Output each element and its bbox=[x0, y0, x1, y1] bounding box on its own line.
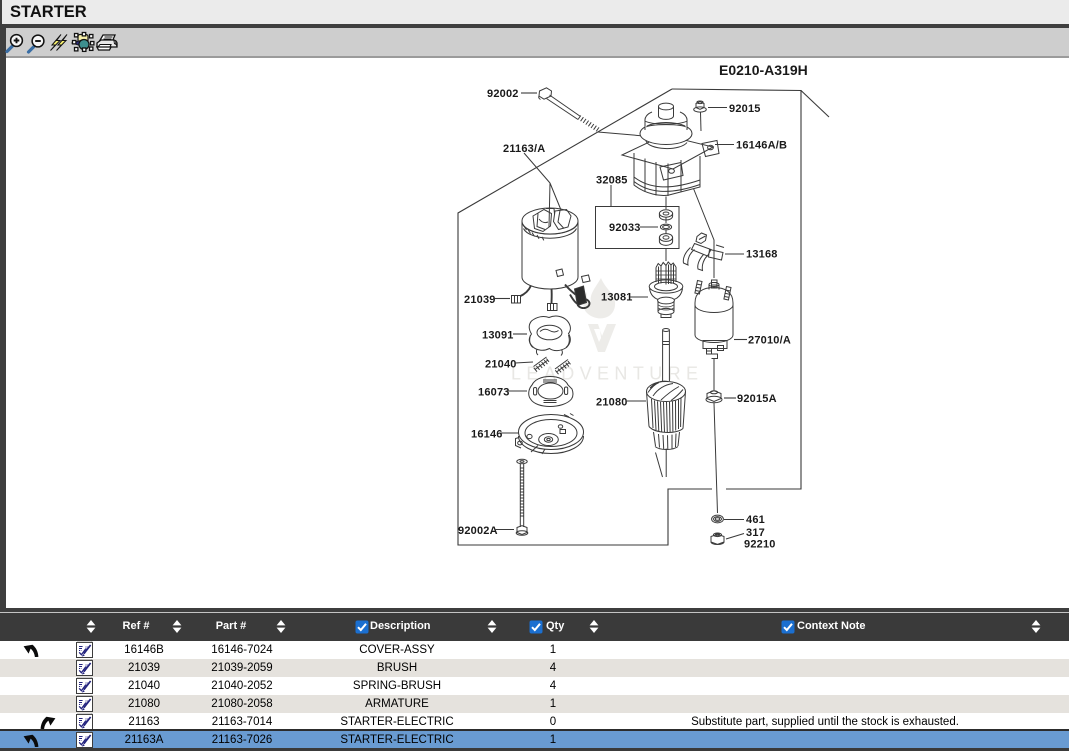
svg-text:32085: 32085 bbox=[596, 175, 628, 187]
svg-text:461: 461 bbox=[746, 514, 765, 526]
svg-text:16146A/B: 16146A/B bbox=[736, 140, 787, 152]
svg-text:13081: 13081 bbox=[601, 292, 633, 304]
svg-text:16073: 16073 bbox=[478, 387, 510, 399]
svg-text:317: 317 bbox=[746, 527, 765, 539]
svg-text:13168: 13168 bbox=[746, 249, 778, 261]
svg-text:92033: 92033 bbox=[609, 222, 641, 234]
svg-text:21039: 21039 bbox=[464, 294, 496, 306]
svg-text:92002: 92002 bbox=[487, 88, 519, 100]
svg-text:21040: 21040 bbox=[485, 359, 517, 371]
svg-text:E0210-A319H: E0210-A319H bbox=[719, 62, 808, 78]
svg-text:13091: 13091 bbox=[482, 330, 514, 342]
svg-text:27010/A: 27010/A bbox=[748, 335, 791, 347]
svg-text:92015A: 92015A bbox=[737, 393, 777, 405]
svg-text:92015: 92015 bbox=[729, 103, 761, 115]
svg-text:92210: 92210 bbox=[744, 539, 776, 551]
svg-text:21080: 21080 bbox=[596, 397, 628, 409]
svg-text:92002A: 92002A bbox=[458, 525, 498, 537]
svg-text:16146: 16146 bbox=[471, 429, 503, 441]
